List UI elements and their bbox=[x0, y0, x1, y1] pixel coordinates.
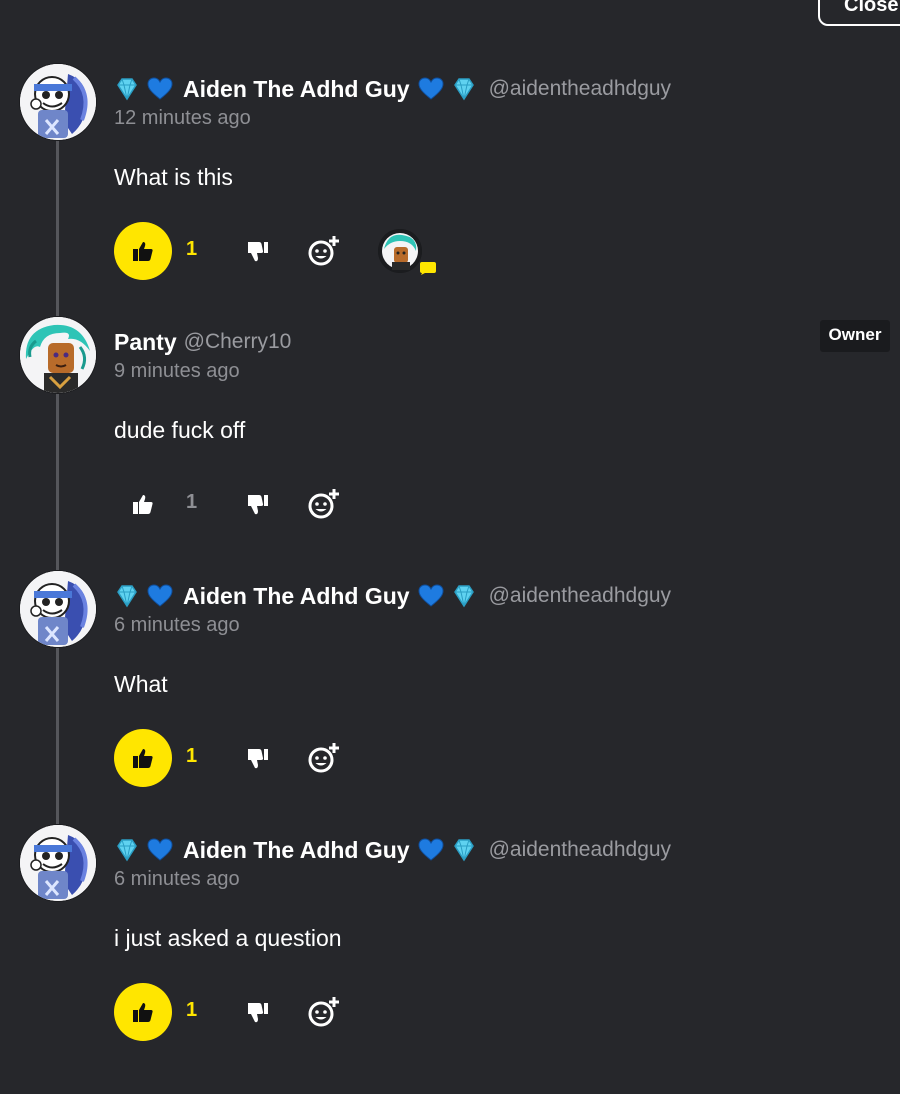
username[interactable]: @Cherry10 bbox=[184, 330, 292, 354]
comment-actions: 1 bbox=[114, 222, 514, 280]
gem-icon bbox=[114, 76, 140, 102]
add-reaction-button[interactable] bbox=[306, 995, 340, 1029]
thumbs-up-icon bbox=[133, 749, 153, 768]
add-emoji-icon bbox=[308, 489, 339, 519]
add-emoji-icon bbox=[308, 743, 339, 773]
add-emoji-icon bbox=[308, 236, 339, 266]
like-button[interactable] bbox=[114, 983, 172, 1041]
timestamp: 9 minutes ago bbox=[114, 360, 240, 382]
blue-heart-icon bbox=[418, 837, 444, 863]
comment-header: Panty @Cherry10 bbox=[114, 324, 291, 360]
blue-heart-icon bbox=[418, 76, 444, 102]
like-count: 1 bbox=[186, 491, 198, 513]
gem-icon bbox=[114, 583, 140, 609]
thumbs-down-icon bbox=[248, 1003, 268, 1023]
gem-icon bbox=[451, 837, 477, 863]
display-name[interactable]: Aiden The Adhd Guy bbox=[183, 76, 410, 103]
username[interactable]: @aidentheadhdguy bbox=[489, 838, 671, 862]
username[interactable]: @aidentheadhdguy bbox=[489, 77, 671, 101]
like-button[interactable] bbox=[114, 222, 172, 280]
add-emoji-icon bbox=[308, 997, 339, 1027]
owner-badge: Owner bbox=[820, 320, 890, 352]
comment-header: Aiden The Adhd Guy @aidentheadhdguy bbox=[114, 578, 671, 614]
comment-text: What is this bbox=[114, 164, 233, 190]
comments-page: Close Aiden The Adhd Guy @aidentheadhdgu… bbox=[0, 0, 900, 1094]
timestamp: 12 minutes ago bbox=[114, 107, 251, 129]
display-name[interactable]: Aiden The Adhd Guy bbox=[183, 583, 410, 610]
avatar-panty[interactable] bbox=[20, 317, 96, 393]
thumbs-down-icon bbox=[248, 242, 268, 262]
avatar-aiden[interactable] bbox=[20, 825, 96, 901]
add-reaction-button[interactable] bbox=[306, 234, 340, 268]
add-reaction-button[interactable] bbox=[306, 487, 340, 521]
avatar-aiden[interactable] bbox=[20, 64, 96, 140]
like-count: 1 bbox=[186, 745, 198, 767]
dislike-button[interactable] bbox=[245, 492, 271, 518]
gem-icon bbox=[451, 76, 477, 102]
username[interactable]: @aidentheadhdguy bbox=[489, 584, 671, 608]
comment-actions: 1 bbox=[114, 983, 514, 1041]
gem-icon bbox=[451, 583, 477, 609]
comment-bubble-icon bbox=[420, 262, 436, 275]
comment-header: Aiden The Adhd Guy @aidentheadhdguy bbox=[114, 832, 671, 868]
like-button[interactable] bbox=[114, 475, 172, 533]
blue-heart-icon bbox=[418, 583, 444, 609]
blue-heart-icon bbox=[147, 837, 173, 863]
thread-line bbox=[56, 140, 59, 830]
thumbs-down-icon bbox=[248, 495, 268, 515]
thumbs-up-icon bbox=[133, 242, 153, 261]
reaction-reactor[interactable] bbox=[376, 229, 438, 281]
dislike-button[interactable] bbox=[245, 239, 271, 265]
comment-text: dude fuck off bbox=[114, 417, 246, 443]
gem-icon bbox=[114, 837, 140, 863]
display-name[interactable]: Aiden The Adhd Guy bbox=[183, 837, 410, 864]
like-count: 1 bbox=[186, 238, 198, 260]
comment-actions: 1 bbox=[114, 729, 514, 787]
like-count: 1 bbox=[186, 999, 198, 1021]
close-button[interactable]: Close bbox=[818, 0, 900, 26]
add-reaction-button[interactable] bbox=[306, 741, 340, 775]
timestamp: 6 minutes ago bbox=[114, 614, 240, 636]
thumbs-up-icon bbox=[133, 1003, 153, 1022]
display-name[interactable]: Panty bbox=[114, 329, 177, 356]
like-button[interactable] bbox=[114, 729, 172, 787]
timestamp: 6 minutes ago bbox=[114, 868, 240, 890]
avatar-aiden[interactable] bbox=[20, 571, 96, 647]
thumbs-up-icon bbox=[133, 495, 153, 514]
reactor-avatar bbox=[378, 229, 422, 273]
dislike-button[interactable] bbox=[245, 1000, 271, 1026]
thumbs-down-icon bbox=[248, 749, 268, 769]
dislike-button[interactable] bbox=[245, 746, 271, 772]
comment-text: What bbox=[114, 671, 168, 697]
blue-heart-icon bbox=[147, 583, 173, 609]
comment-header: Aiden The Adhd Guy @aidentheadhdguy bbox=[114, 71, 671, 107]
comment-text: i just asked a question bbox=[114, 925, 342, 951]
comment-actions: 1 bbox=[114, 475, 514, 533]
blue-heart-icon bbox=[147, 76, 173, 102]
